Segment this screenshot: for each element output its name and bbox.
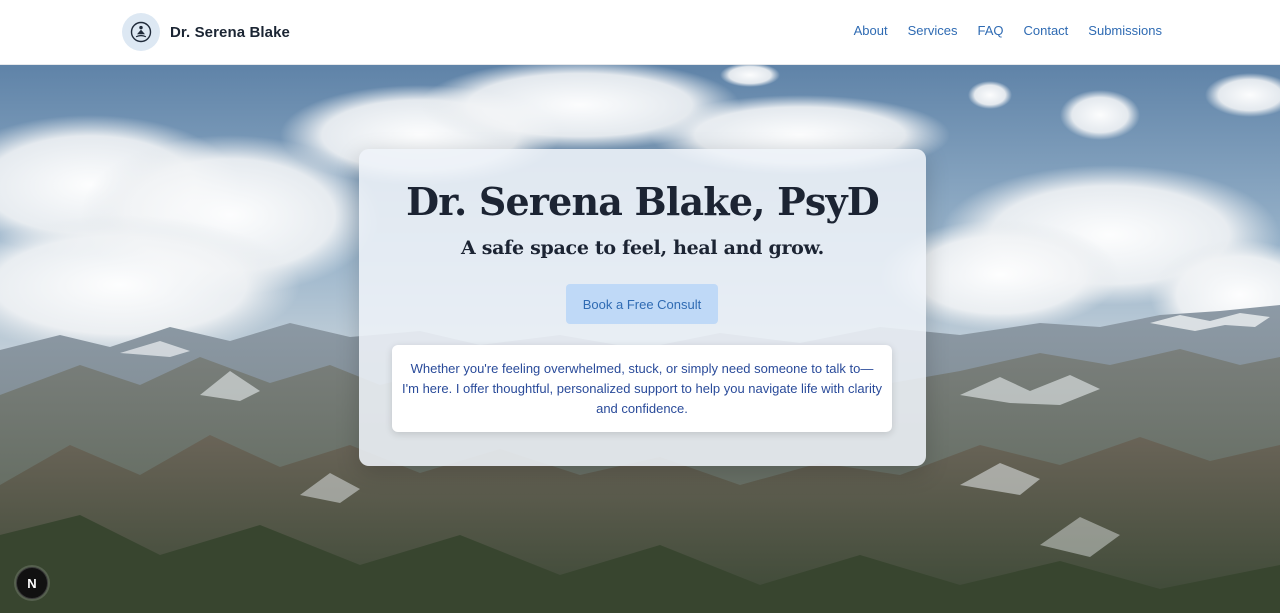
nextjs-dev-badge[interactable]: N <box>16 567 48 599</box>
nav-link-submissions[interactable]: Submissions <box>1088 23 1162 38</box>
hero-subtitle: A safe space to feel, heal and grow. <box>461 237 824 259</box>
nav-link-faq[interactable]: FAQ <box>977 23 1003 38</box>
book-consult-button[interactable]: Book a Free Consult <box>566 284 718 324</box>
nav-link-about[interactable]: About <box>854 23 888 38</box>
main-nav: About Services FAQ Contact Submissions <box>854 23 1162 38</box>
hero-title: Dr. Serena Blake, PsyD <box>406 179 880 224</box>
nav-link-services[interactable]: Services <box>908 23 958 38</box>
intro-text: Whether you're feeling overwhelmed, stuc… <box>402 360 882 416</box>
meditation-figure-icon <box>122 13 160 51</box>
hero-card: Dr. Serena Blake, PsyD A safe space to f… <box>359 149 926 466</box>
brand[interactable]: Dr. Serena Blake <box>122 13 290 51</box>
hero-section: Dr. Serena Blake, PsyD A safe space to f… <box>0 65 1280 613</box>
intro-box: Whether you're feeling overwhelmed, stuc… <box>392 345 892 432</box>
nav-link-contact[interactable]: Contact <box>1023 23 1068 38</box>
brand-name: Dr. Serena Blake <box>170 23 291 41</box>
site-header: Dr. Serena Blake About Services FAQ Cont… <box>0 0 1280 65</box>
